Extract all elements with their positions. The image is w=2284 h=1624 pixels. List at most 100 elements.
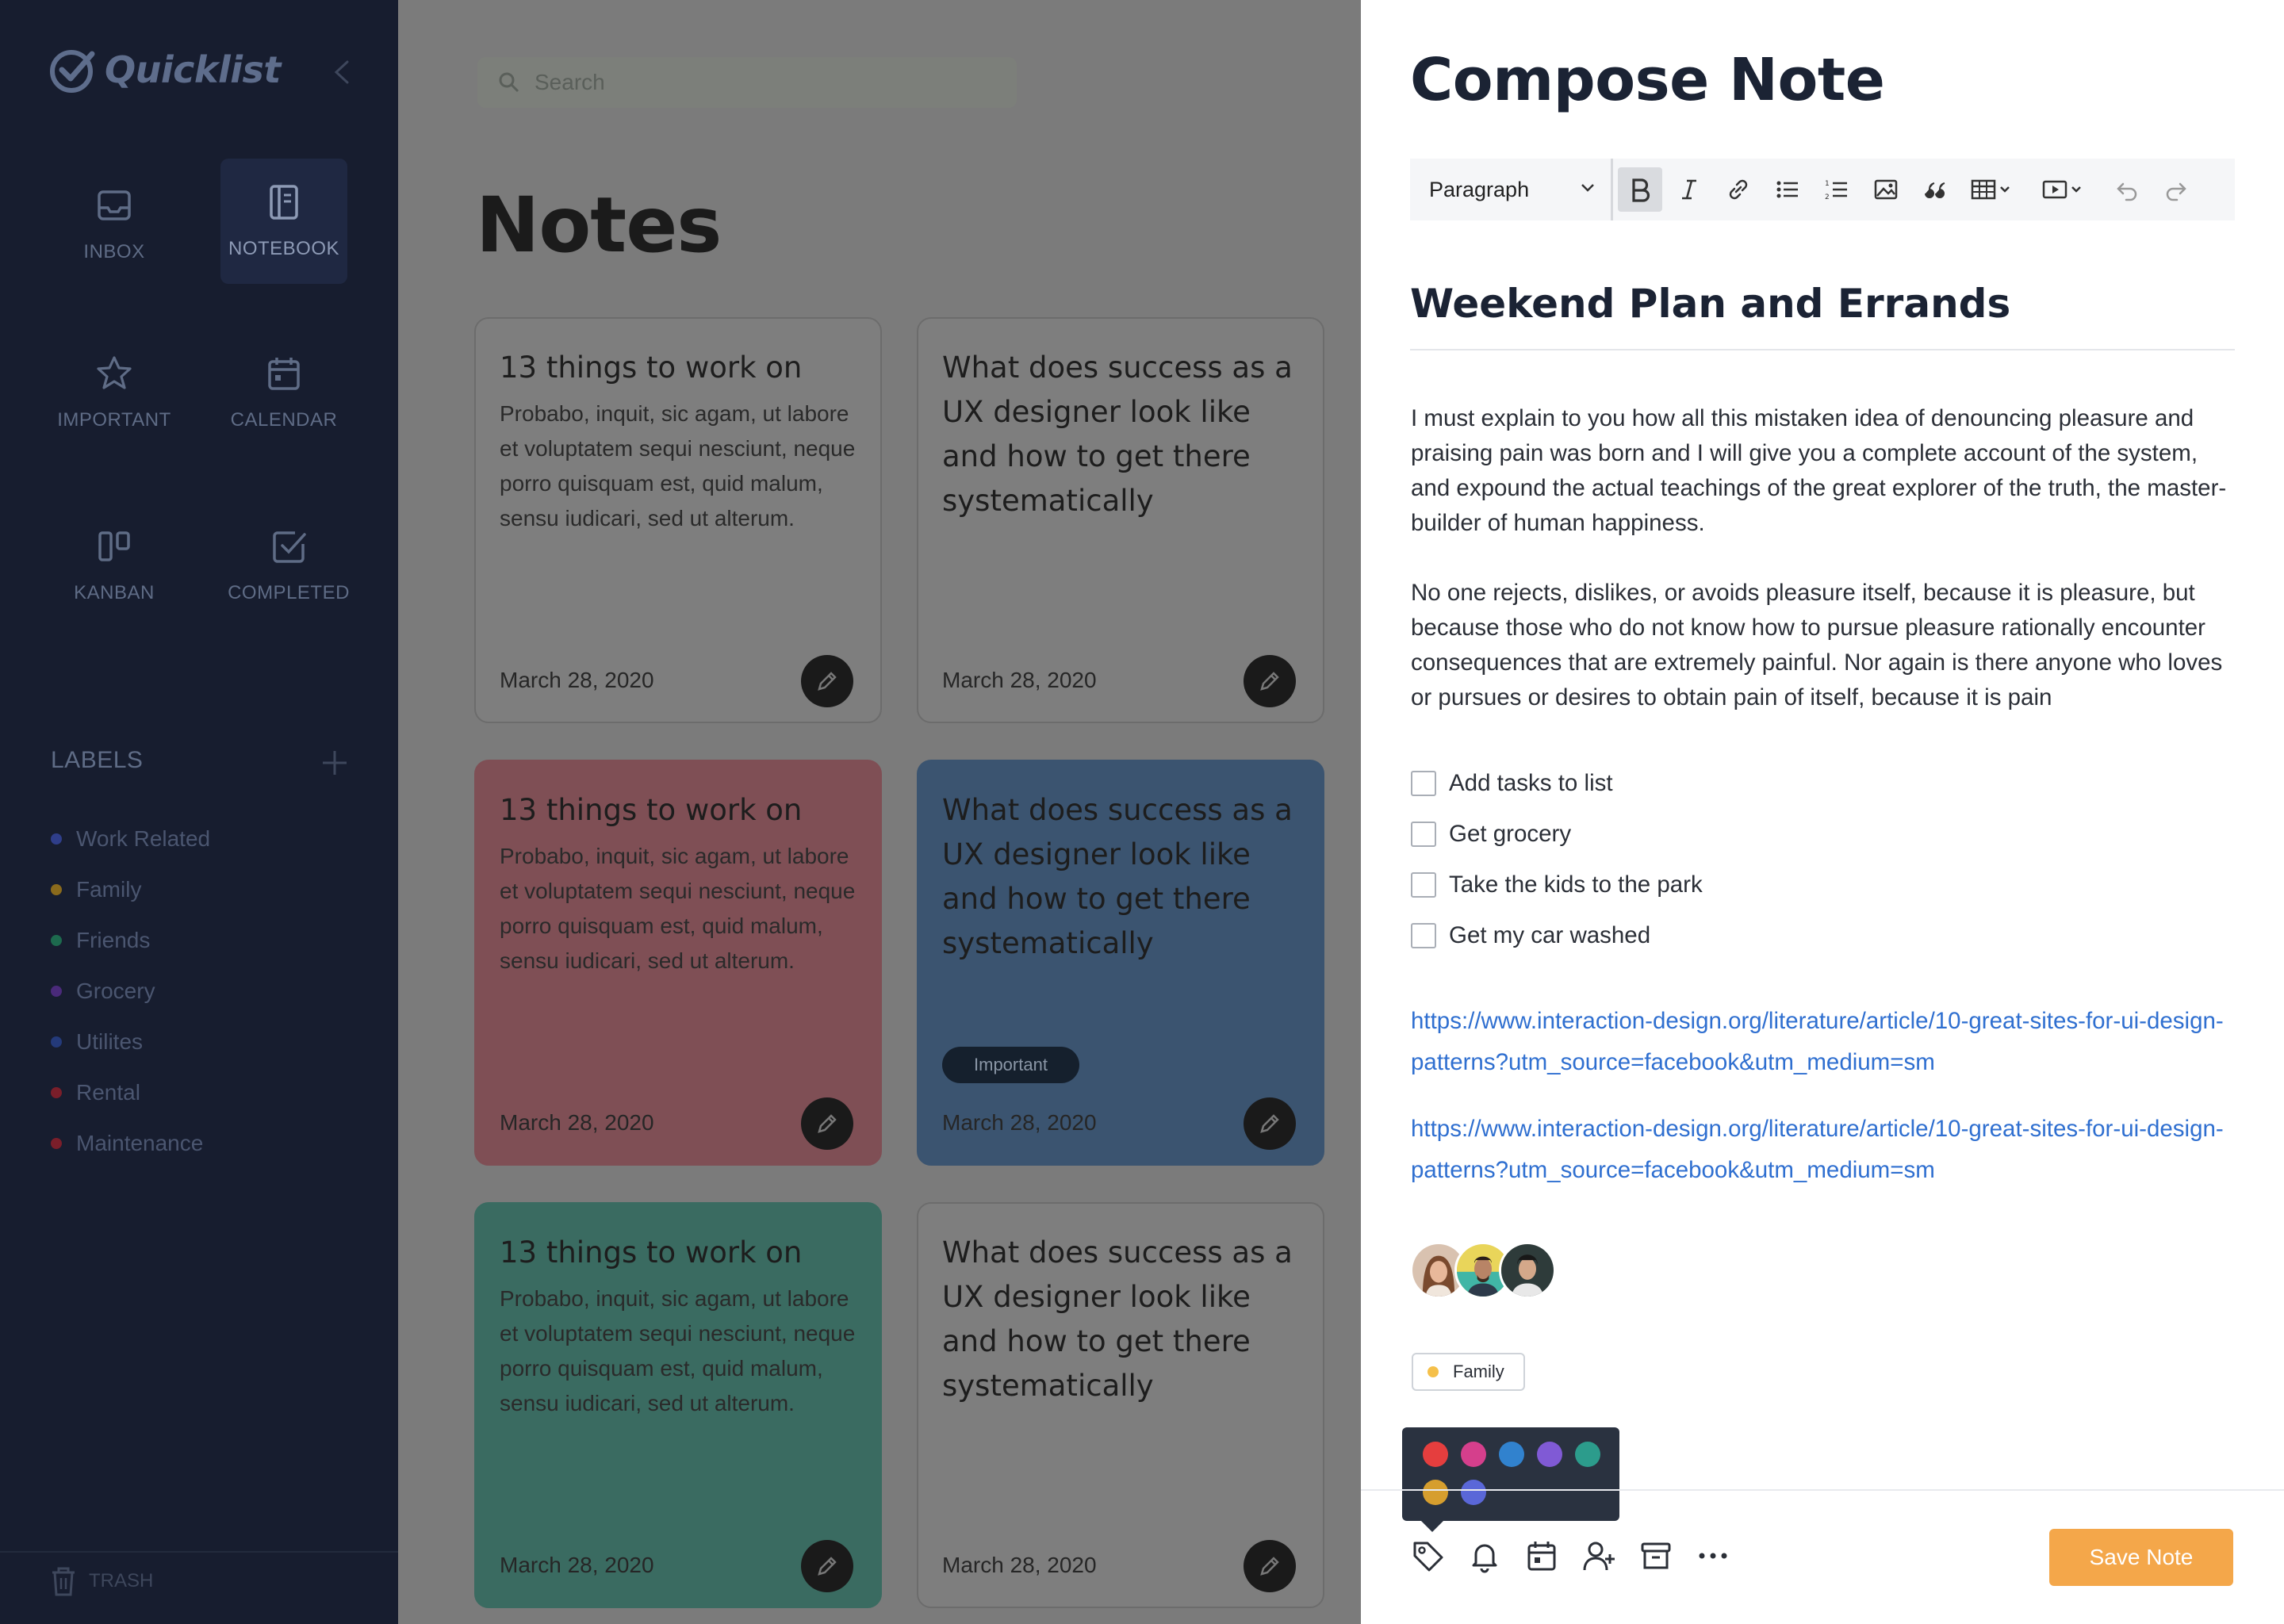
color-swatch-purple[interactable] [1537,1442,1562,1467]
note-card-date: March 28, 2020 [500,1110,654,1135]
label-name: Utilites [76,1029,144,1054]
edit-note-button[interactable] [801,1097,853,1150]
trash-icon [52,1567,75,1596]
add-collaborator-button[interactable] [1581,1538,1616,1573]
note-link[interactable]: https://www.interaction-design.org/liter… [1411,1109,2244,1191]
label-tag[interactable]: Family [1412,1353,1525,1391]
note-link[interactable]: https://www.interaction-design.org/liter… [1411,1001,2244,1083]
note-card[interactable]: 13 things to work on Probabo, inquit, si… [474,317,882,723]
title-divider [1410,349,2235,350]
blockquote-icon [1925,182,1945,198]
label-maintenance[interactable]: Maintenance [51,1118,210,1169]
link-button[interactable] [1716,167,1761,212]
note-card[interactable]: What does success as a UX designer look … [917,1202,1324,1608]
numbered-list-button[interactable]: 12 [1815,167,1859,212]
note-paragraph[interactable]: No one rejects, dislikes, or avoids plea… [1411,576,2228,715]
pencil-icon [818,672,837,691]
color-palette-popover [1402,1427,1619,1532]
label-work-related[interactable]: Work Related [51,814,210,864]
compose-actions [1410,1538,1753,1573]
label-color-dot [51,833,62,845]
color-swatch-teal[interactable] [1575,1442,1600,1467]
checklist-item: Add tasks to list [1411,758,1703,809]
search-input[interactable] [535,70,979,95]
edit-note-button[interactable] [1244,1540,1296,1592]
bulleted-list-button[interactable] [1765,167,1810,212]
nav-completed[interactable]: COMPLETED [225,503,352,628]
reminder-button[interactable] [1467,1538,1502,1573]
label-grocery[interactable]: Grocery [51,966,210,1017]
color-swatch-red[interactable] [1423,1442,1448,1467]
edit-note-button[interactable] [801,1540,853,1592]
bold-button[interactable] [1618,167,1662,212]
schedule-button[interactable] [1524,1538,1559,1573]
labels-list: Work Related Family Friends Grocery Util… [51,814,210,1169]
note-paragraph[interactable]: I must explain to you how all this mista… [1411,401,2228,541]
nav-important-label: IMPORTANT [57,409,171,431]
note-card[interactable]: 13 things to work on Probabo, inquit, si… [474,760,882,1166]
trash-link[interactable]: TRASH [49,1565,153,1597]
block-format-select[interactable]: Paragraph [1410,159,1613,220]
collaborators[interactable] [1410,1242,1556,1299]
note-card[interactable]: 13 things to work on Probabo, inquit, si… [474,1202,882,1608]
note-card-title: What does success as a UX designer look … [942,350,1293,518]
redo-button[interactable] [2154,167,2198,212]
edit-note-button[interactable] [1244,1097,1296,1150]
archive-icon [1641,1542,1671,1569]
pencil-icon [1260,672,1279,691]
color-swatch-indigo[interactable] [1461,1480,1486,1505]
edit-note-button[interactable] [1244,655,1296,707]
checklist-item: Get my car washed [1411,910,1703,961]
bell-icon [1472,1544,1497,1573]
nav-calendar-label: CALENDAR [230,409,338,431]
tag-button[interactable] [1410,1538,1445,1573]
note-card[interactable]: What does success as a UX designer look … [917,317,1324,723]
checklist-checkbox[interactable] [1411,771,1436,796]
image-button[interactable] [1864,167,1908,212]
note-card[interactable]: What does success as a UX designer look … [917,760,1324,1166]
blockquote-button[interactable] [1913,167,1957,212]
nav-notebook[interactable]: NOTEBOOK [220,159,347,284]
nav-calendar[interactable]: CALENDAR [220,330,347,455]
nav-inbox[interactable]: INBOX [51,162,178,287]
app-logo[interactable]: Quicklist [49,46,281,94]
checklist-checkbox[interactable] [1411,872,1436,898]
save-note-button[interactable]: Save Note [2049,1529,2233,1586]
undo-button[interactable] [2105,167,2149,212]
color-swatch-blue[interactable] [1499,1442,1524,1467]
label-utilites[interactable]: Utilites [51,1017,210,1067]
search-bar[interactable] [477,57,1017,108]
nav-kanban[interactable]: KANBAN [51,503,178,628]
svg-text:1: 1 [1825,180,1830,188]
more-options-button[interactable] [1696,1538,1730,1573]
italic-button[interactable] [1667,167,1711,212]
media-icon [2042,180,2081,199]
pencil-icon [818,1557,837,1576]
media-button[interactable] [2033,167,2100,212]
label-rental[interactable]: Rental [51,1067,210,1118]
collapse-sidebar-icon[interactable] [331,59,352,86]
color-swatch-pink[interactable] [1461,1442,1486,1467]
label-friends[interactable]: Friends [51,915,210,966]
color-swatch-yellow[interactable] [1423,1480,1448,1505]
checklist-checkbox[interactable] [1411,923,1436,948]
table-icon [1971,179,2010,200]
add-label-icon[interactable] [320,749,349,777]
calendar-icon [268,358,300,390]
note-card-title: What does success as a UX designer look … [942,793,1293,960]
label-family[interactable]: Family [51,864,210,915]
table-button[interactable] [1962,167,2029,212]
kanban-icon [98,531,130,561]
note-card-date: March 28, 2020 [500,1553,654,1577]
avatar [1499,1242,1556,1299]
edit-note-button[interactable] [801,655,853,707]
checklist-checkbox[interactable] [1411,822,1436,847]
nav-important[interactable]: IMPORTANT [51,330,178,455]
numbered-list-icon: 12 [1825,180,1847,201]
label-color-dot [51,1087,62,1098]
compose-title: Compose Note [1410,46,1885,114]
archive-button[interactable] [1638,1538,1673,1573]
note-title-field[interactable]: Weekend Plan and Errands [1410,281,2010,327]
tag-color-dot [1428,1366,1439,1377]
checklist-item: Take the kids to the park [1411,860,1703,910]
